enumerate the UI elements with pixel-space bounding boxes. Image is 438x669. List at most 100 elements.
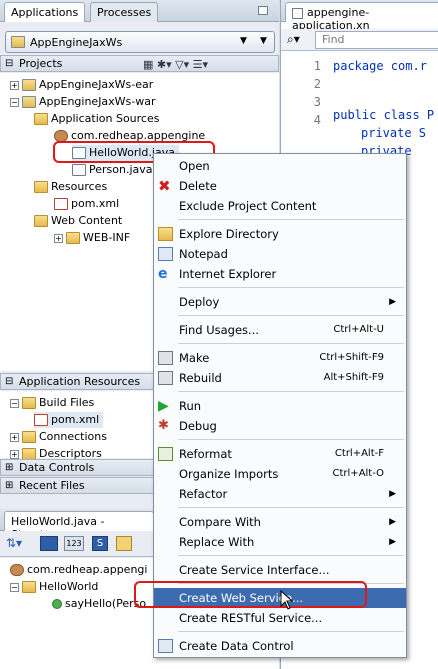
app-selector[interactable]: AppEngineJaxWs ▼ ▼: [5, 31, 275, 53]
menu-item-internet-explorer[interactable]: e Internet Explorer: [154, 264, 406, 284]
navigator-tabbar: Applications Processes: [0, 0, 279, 22]
menu-item-reformat[interactable]: Reformat Ctrl+Alt-F: [154, 444, 406, 464]
tree-item[interactable]: com.redheap.appengi: [10, 562, 147, 578]
menu-separator: [178, 315, 404, 316]
tree-item[interactable]: + WEB-INF: [54, 230, 130, 246]
tree-item[interactable]: Person.java: [72, 162, 153, 178]
menu-item-delete[interactable]: ✖ Delete: [154, 176, 406, 196]
menu-item-rebuild[interactable]: Rebuild Alt+Shift-F9: [154, 368, 406, 388]
rebuild-icon: [158, 371, 173, 385]
tree-item-label: Application Sources: [51, 112, 160, 125]
make-icon: [158, 351, 173, 365]
line-number: 2: [313, 77, 321, 91]
menu-item-exclude[interactable]: Exclude Project Content: [154, 196, 406, 216]
submenu-arrow-icon: ▶: [389, 489, 396, 499]
submenu-arrow-icon: ▶: [389, 537, 396, 547]
minimize-icon[interactable]: [258, 6, 268, 15]
menu-item-label: Replace With: [179, 535, 255, 549]
collapse-icon[interactable]: ⊟: [5, 374, 13, 390]
menu-item-label: Debug: [179, 419, 217, 433]
menu-item-label: Notepad: [179, 247, 228, 261]
tree-item[interactable]: pom.xml: [54, 196, 119, 212]
folder-icon: [22, 397, 36, 409]
menu-separator: [178, 343, 404, 344]
tree-item[interactable]: Resources: [34, 179, 107, 195]
menu-item-compare-with[interactable]: Compare With ▶: [154, 512, 406, 532]
menu-item-create-service-interface[interactable]: Create Service Interface...: [154, 560, 406, 580]
menu-item-deploy[interactable]: Deploy ▶: [154, 292, 406, 312]
project-toolbar-icons[interactable]: ▦ ✱▾ ▽▾ ☰▾: [143, 57, 208, 73]
tree-item[interactable]: + AppEngineJaxWs-ear: [10, 77, 153, 93]
tab-editor-file[interactable]: appengine-application.xn: [285, 2, 438, 32]
project-icon: [22, 96, 36, 108]
menu-item-label: Make: [179, 351, 210, 365]
tab-applications[interactable]: Applications: [4, 2, 86, 22]
menu-item-label: Compare With: [179, 515, 261, 529]
menu-item-find-usages[interactable]: Find Usages... Ctrl+Alt-U: [154, 320, 406, 340]
tree-item[interactable]: Web Content: [34, 213, 122, 229]
tree-item[interactable]: sayHello(Perso: [52, 596, 146, 612]
menu-item-label: Rebuild: [179, 371, 222, 385]
tree-item[interactable]: pom.xml: [34, 412, 104, 428]
code-line: public class P: [333, 108, 435, 122]
expand-icon[interactable]: ⊞: [5, 460, 13, 476]
java-file-icon: [72, 164, 86, 176]
menu-separator: [178, 555, 404, 556]
tree-item[interactable]: − HelloWorld: [10, 579, 98, 595]
folder-icon: [66, 232, 80, 244]
menu-item-replace-with[interactable]: Replace With ▶: [154, 532, 406, 552]
menu-item-refactor[interactable]: Refactor ▶: [154, 484, 406, 504]
view-icon[interactable]: [40, 536, 58, 551]
tree-item-label: Build Files: [39, 396, 95, 409]
menu-item-label: Open: [179, 159, 210, 173]
menu-separator: [178, 631, 404, 632]
menu-item-open[interactable]: Open: [154, 156, 406, 176]
menu-item-organize-imports[interactable]: Organize Imports Ctrl+Alt-O: [154, 464, 406, 484]
menu-item-label: Explore Directory: [179, 227, 279, 241]
tree-item-label: AppEngineJaxWs-ear: [39, 78, 154, 91]
search-input[interactable]: Find: [315, 31, 438, 49]
menu-item-make[interactable]: Make Ctrl+Shift-F9: [154, 348, 406, 368]
menu-separator: [178, 287, 404, 288]
tree-item[interactable]: − AppEngineJaxWs-war: [10, 94, 156, 110]
menu-item-label: Organize Imports: [179, 467, 279, 481]
menu-item-explore-directory[interactable]: Explore Directory: [154, 224, 406, 244]
shortcut-label: Ctrl+Alt-O: [332, 468, 384, 479]
collapse-icon[interactable]: ⊟: [5, 56, 13, 72]
shortcut-label: Alt+Shift-F9: [323, 372, 384, 383]
menu-item-notepad[interactable]: Notepad: [154, 244, 406, 264]
expand-icon[interactable]: ⊞: [5, 478, 13, 494]
static-icon[interactable]: S: [92, 536, 108, 551]
menu-item-debug[interactable]: ✱ Debug: [154, 416, 406, 436]
menu-item-label: Reformat: [179, 447, 232, 461]
menu-separator: [178, 391, 404, 392]
chevron-down-icon[interactable]: ▼: [240, 36, 247, 46]
menu-item-label: Create Service Interface...: [179, 563, 330, 577]
tree-item[interactable]: − Build Files: [10, 395, 94, 411]
sort-icon[interactable]: ⇅▾: [6, 536, 22, 550]
package-icon: [10, 564, 24, 576]
menu-item-create-data-control[interactable]: Create Data Control: [154, 636, 406, 656]
tree-item-label: com.redheap.appengi: [27, 563, 148, 576]
tree-item-label: WEB-INF: [83, 231, 131, 244]
run-icon: ▶: [158, 398, 169, 414]
numbers-icon[interactable]: 123: [64, 536, 84, 551]
shortcut-label: Ctrl+Alt-F: [334, 448, 384, 459]
tab-structure[interactable]: HelloWorld.java - Structure: [4, 511, 154, 541]
lock-icon[interactable]: [116, 536, 132, 551]
tree-item-label: Person.java: [89, 163, 153, 176]
folder-icon: [158, 227, 173, 241]
projects-header[interactable]: ⊟ Projects ▦ ✱▾ ▽▾ ☰▾: [0, 55, 279, 72]
tree-item[interactable]: Application Sources: [34, 111, 159, 127]
menu-item-create-restful-service[interactable]: Create RESTful Service...: [154, 608, 406, 628]
folder-icon: [22, 431, 36, 443]
tab-processes[interactable]: Processes: [90, 2, 159, 22]
tree-item[interactable]: + Connections: [10, 429, 107, 445]
menu-dropdown-icon[interactable]: ▼: [260, 36, 267, 46]
data-control-icon: [158, 639, 173, 653]
folder-icon: [34, 215, 48, 227]
folder-icon: [34, 181, 48, 193]
menu-separator: [178, 439, 404, 440]
menu-item-run[interactable]: ▶ Run: [154, 396, 406, 416]
search-icon[interactable]: ⌕▾: [287, 32, 300, 47]
